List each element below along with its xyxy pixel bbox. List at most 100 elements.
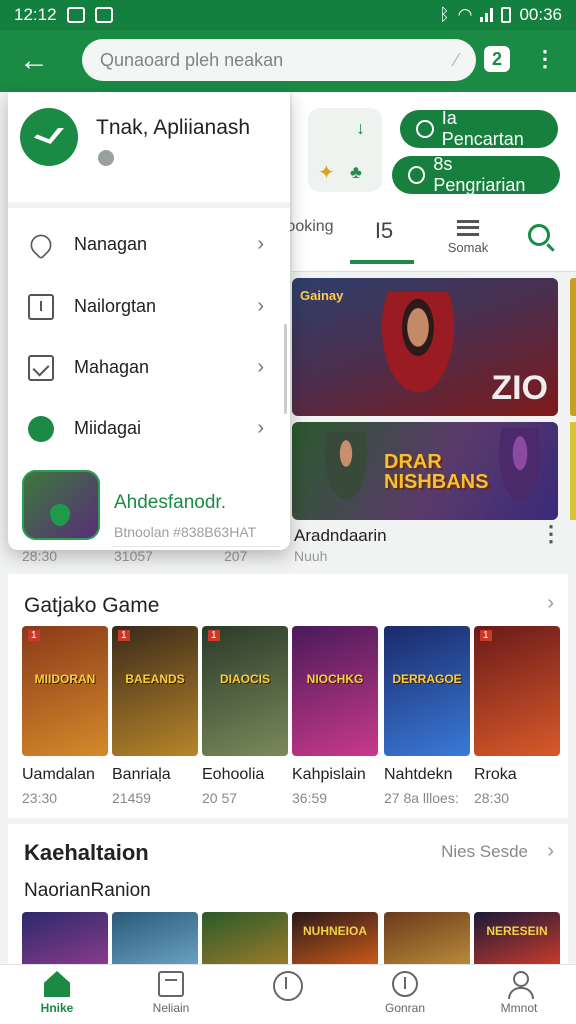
- search-icon: [416, 120, 434, 138]
- search-pill-button[interactable]: Ia Pencartan: [400, 108, 558, 149]
- nav-downloads[interactable]: [243, 971, 333, 1005]
- notification-icon: [66, 7, 85, 23]
- app-drawer: Tnak, Apliianash Nanagan › Nailorgtan › …: [8, 92, 290, 550]
- banner-character: [316, 432, 376, 518]
- featured-app-icon[interactable]: [22, 470, 100, 540]
- nav-home[interactable]: Hnike: [12, 971, 102, 1015]
- chevron-right-icon[interactable]: ›: [547, 840, 554, 863]
- game-name[interactable]: Nahtdekn: [384, 766, 453, 784]
- status-time-left: 12:12: [14, 5, 57, 24]
- download-icon: [273, 971, 303, 1001]
- image-notification-icon: [94, 7, 113, 23]
- drawer-item-nanagan[interactable]: Nanagan ›: [8, 218, 290, 274]
- collection-tile[interactable]: [22, 912, 108, 964]
- game-value: 21459: [112, 790, 151, 806]
- clover-icon: ♣: [350, 162, 362, 182]
- collection-tile[interactable]: [202, 912, 288, 964]
- banner-app-subtitle: Nuuh: [294, 548, 328, 564]
- game-badge: 1: [208, 630, 220, 641]
- search-icon[interactable]: [528, 224, 550, 246]
- leaf-icon: ✦: [318, 162, 335, 184]
- banner-title: DRAR NISHBANS: [384, 452, 488, 492]
- game-tile[interactable]: 1: [474, 626, 560, 756]
- banner-title-line: NISHBANS: [384, 471, 489, 493]
- account-icon[interactable]: [98, 150, 114, 166]
- battery-icon: [501, 7, 512, 23]
- featured-game-banner[interactable]: DRAR NISHBANS: [292, 422, 558, 520]
- game-tile-label: MIIDORAN: [34, 672, 96, 686]
- nav-label: Hnike: [40, 1001, 74, 1015]
- section-title: Gatjako Game: [24, 594, 160, 617]
- drawer-item-nailorgtan[interactable]: Nailorgtan ›: [8, 280, 290, 336]
- meta-value: 31057: [114, 548, 153, 564]
- pengriarian-pill-button[interactable]: 8s Pengriarian: [392, 154, 560, 195]
- nav-neliain[interactable]: Neliain: [126, 971, 216, 1015]
- nav-label: Neliain: [152, 1001, 190, 1015]
- hero-number: ZIO: [491, 369, 548, 407]
- overflow-menu-icon[interactable]: ⋮: [534, 44, 556, 76]
- banner-app-title: Aradndaarin: [294, 526, 387, 545]
- game-name[interactable]: Eohoolia: [202, 766, 264, 784]
- drawer-scrollbar[interactable]: [284, 324, 287, 414]
- hero-banner[interactable]: Gainay ZIO: [292, 278, 558, 416]
- chevron-right-icon[interactable]: ›: [547, 592, 554, 615]
- game-tile[interactable]: 1 BAEANDS: [112, 626, 198, 756]
- game-name[interactable]: Kahpislain: [292, 766, 366, 784]
- drawer-item-mahagan[interactable]: Mahagan ›: [8, 341, 290, 397]
- next-banner-edge[interactable]: [570, 422, 576, 520]
- search-bar[interactable]: Qunaoard pleh neakan ⁄: [82, 39, 476, 81]
- chat-icon: [28, 416, 54, 442]
- game-tile-label: BAEANDS: [125, 672, 185, 686]
- game-value: 23:30: [22, 790, 58, 806]
- chevron-right-icon: ›: [257, 295, 264, 317]
- collection-tile-label: NERESEIN: [486, 924, 548, 938]
- app-logo-icon: [20, 108, 80, 166]
- game-name[interactable]: Banriaḷa: [112, 766, 171, 784]
- tabs-count-icon[interactable]: 2: [484, 46, 510, 72]
- see-more-link[interactable]: Nies Sesde: [441, 842, 528, 862]
- banner-character: [492, 428, 548, 518]
- pill-label: 8s Pengriarian: [433, 154, 526, 195]
- collection-tile[interactable]: NUHNEIOA: [292, 912, 378, 964]
- download-arrow-icon: ↓: [356, 118, 365, 138]
- wifi-icon: ◠: [457, 5, 473, 24]
- banner-title-line: DRAR: [384, 451, 442, 473]
- tab-i5[interactable]: I5: [354, 218, 414, 244]
- game-section: Gatjako Game › 1 MIIDORAN Uamdalan 23:30 1 BA…: [8, 574, 568, 818]
- mini-app-tile[interactable]: ↓ ✦ ♣: [308, 108, 382, 192]
- game-value: 28:30: [474, 790, 510, 806]
- nav-gonran[interactable]: Gonran: [360, 971, 450, 1015]
- game-tile[interactable]: 1 DIAOCIS: [202, 626, 288, 756]
- back-arrow-icon[interactable]: ←: [8, 35, 60, 87]
- chevron-right-icon: ›: [257, 356, 264, 378]
- game-badge: 1: [480, 630, 492, 641]
- game-badge: 1: [118, 630, 130, 641]
- drawer-item-label: Nanagan: [74, 234, 148, 254]
- next-banner-edge[interactable]: [570, 278, 576, 416]
- clear-search-icon[interactable]: ⁄: [455, 50, 458, 71]
- compass-icon: [392, 971, 418, 997]
- tab-somak[interactable]: Somak: [440, 218, 496, 255]
- collection-tile-label: NUHNEIOA: [302, 924, 367, 938]
- collection-tile[interactable]: [384, 912, 470, 964]
- game-name[interactable]: Uamdalan: [22, 766, 95, 784]
- divider: [8, 202, 290, 208]
- featured-app-title[interactable]: Ahdesfanodr.: [114, 492, 226, 514]
- game-tile[interactable]: DERRAGOE: [384, 626, 470, 756]
- game-name[interactable]: Rroka: [474, 766, 517, 784]
- drawer-item-miidagai[interactable]: Miidagai ›: [8, 402, 290, 458]
- featured-app-subtitle: Btnoolan #838B63HAT: [114, 524, 257, 540]
- game-tile[interactable]: 1 MIIDORAN: [22, 626, 108, 756]
- nav-account[interactable]: Mmnot: [474, 971, 564, 1015]
- more-options-icon[interactable]: ⋮: [540, 523, 562, 545]
- checklist-icon: [28, 355, 54, 381]
- drawer-header: Tnak, Apliianash: [8, 92, 290, 202]
- status-bar: 12:12 ᛒ ◠ 00:36: [0, 0, 576, 30]
- search-input[interactable]: Qunaoard pleh neakan: [100, 50, 283, 71]
- collection-tile[interactable]: NERESEIN: [474, 912, 560, 964]
- drawer-title: Tnak, Apliianash: [96, 116, 251, 139]
- hero-tag: Gainay: [300, 288, 344, 303]
- collection-tile[interactable]: [112, 912, 198, 964]
- game-tile[interactable]: NIOCHKG: [292, 626, 378, 756]
- hero-character: [372, 292, 464, 410]
